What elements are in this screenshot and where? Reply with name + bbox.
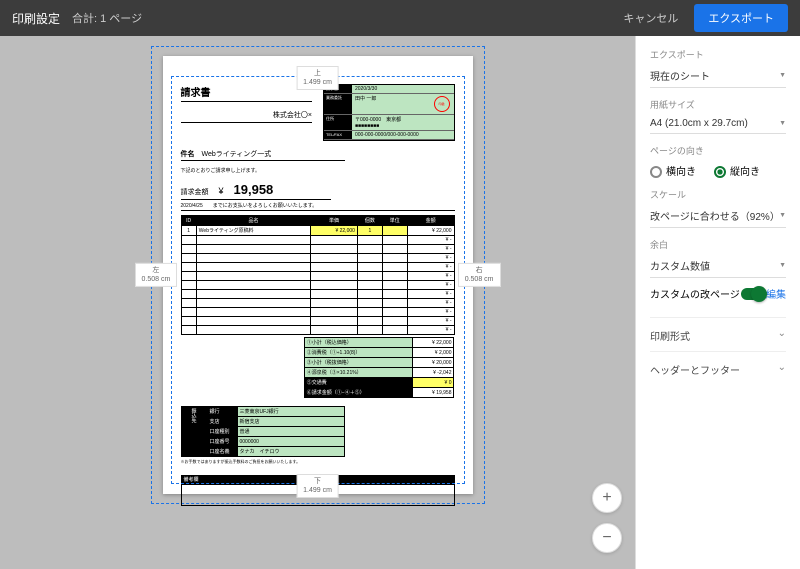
cancel-button[interactable]: キャンセル bbox=[623, 10, 678, 26]
caret-down-icon: ▼ bbox=[779, 262, 786, 269]
orientation-label: ページの向き bbox=[650, 144, 786, 157]
caret-down-icon: ▼ bbox=[779, 72, 786, 79]
chevron-down-icon: ⌄ bbox=[778, 362, 786, 377]
zoom-out-button[interactable]: − bbox=[592, 523, 622, 553]
portrait-radio[interactable]: 縦向き bbox=[714, 163, 760, 178]
export-label: エクスポート bbox=[650, 48, 786, 61]
margin-top-label[interactable]: 上1.499 cm bbox=[296, 66, 339, 90]
header-footer-section[interactable]: ヘッダーとフッター⌄ bbox=[650, 351, 786, 377]
zoom-in-button[interactable]: + bbox=[592, 483, 622, 513]
papersize-label: 用紙サイズ bbox=[650, 98, 786, 111]
export-select[interactable]: 現在のシート▼ bbox=[650, 64, 786, 88]
zoom-controls: + − bbox=[592, 483, 622, 553]
scale-label: スケール bbox=[650, 188, 786, 201]
scale-select[interactable]: 改ページに合わせる（92%）▼ bbox=[650, 204, 786, 228]
print-format-section[interactable]: 印刷形式⌄ bbox=[650, 317, 786, 343]
top-bar: 印刷設定 合計: 1 ページ キャンセル エクスポート bbox=[0, 0, 800, 36]
margin-label: 余白 bbox=[650, 238, 786, 251]
margin-left-label[interactable]: 左0.508 cm bbox=[135, 263, 178, 287]
settings-panel: エクスポート 現在のシート▼ 用紙サイズ A4 (21.0cm x 29.7cm… bbox=[635, 36, 800, 569]
caret-down-icon: ▼ bbox=[779, 212, 786, 219]
page-preview: 上1.499 cm 下1.499 cm 左0.508 cm 右0.508 cm … bbox=[163, 56, 473, 494]
caret-down-icon: ▼ bbox=[779, 120, 786, 127]
papersize-select[interactable]: A4 (21.0cm x 29.7cm)▼ bbox=[650, 114, 786, 134]
margin-select[interactable]: カスタム数値▼ bbox=[650, 254, 786, 278]
custom-break-toggle[interactable] bbox=[741, 288, 765, 300]
preview-canvas: 上1.499 cm 下1.499 cm 左0.508 cm 右0.508 cm … bbox=[0, 36, 635, 569]
export-button[interactable]: エクスポート bbox=[694, 4, 788, 32]
page-count: 合計: 1 ページ bbox=[72, 10, 142, 26]
margin-bottom-label[interactable]: 下1.499 cm bbox=[296, 474, 339, 498]
margin-right-label[interactable]: 右0.508 cm bbox=[458, 263, 501, 287]
custom-break-label: カスタムの改ページ bbox=[650, 286, 740, 301]
edit-link[interactable]: 編集 bbox=[766, 286, 786, 301]
chevron-down-icon: ⌄ bbox=[778, 328, 786, 343]
title: 印刷設定 bbox=[12, 10, 60, 27]
landscape-radio[interactable]: 横向き bbox=[650, 163, 696, 178]
inner-guide bbox=[171, 76, 465, 484]
